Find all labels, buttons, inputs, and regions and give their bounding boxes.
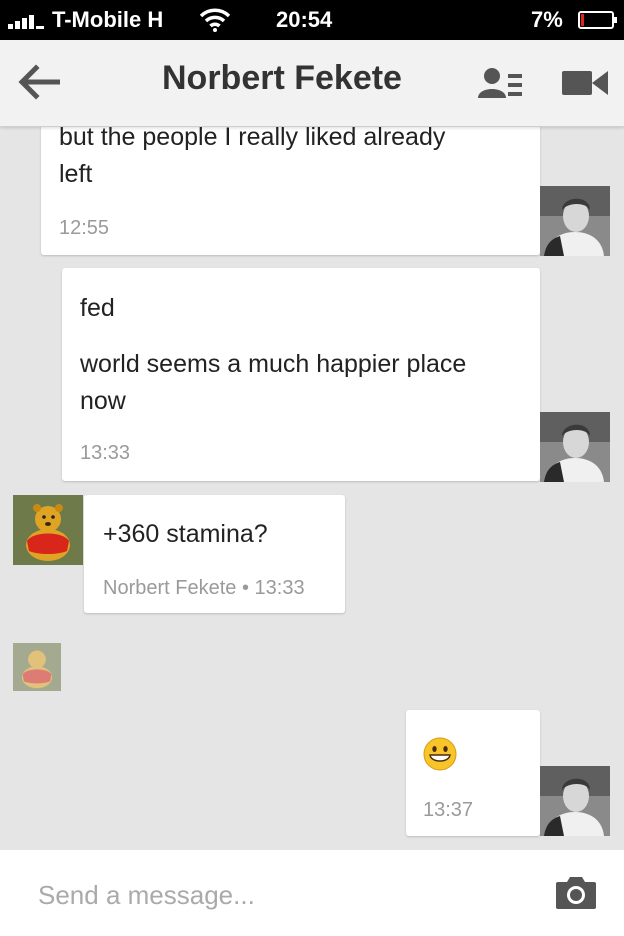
- user-photo-icon: [540, 412, 610, 482]
- message-text: world seems a much happier place: [80, 350, 467, 378]
- signal-strength-icon: [8, 15, 44, 29]
- message-sender: Norbert Fekete: [103, 577, 237, 599]
- status-bar: T-Mobile H 20:54 7%: [0, 0, 624, 40]
- people-list-icon[interactable]: [478, 66, 522, 100]
- contact-name: Norbert Fekete: [162, 59, 402, 97]
- message-input[interactable]: [36, 872, 520, 918]
- separator-dot: •: [241, 577, 249, 599]
- avatar[interactable]: [540, 412, 610, 482]
- battery-icon: [578, 11, 617, 29]
- message-timestamp: 13:33: [254, 577, 305, 599]
- message-bubble[interactable]: 13:37: [406, 710, 540, 836]
- message-timestamp: 13:33: [80, 442, 131, 464]
- message-meta: Norbert Fekete • 13:33: [103, 570, 305, 607]
- carrier-name: T-Mobile H: [52, 7, 164, 32]
- message-text: now: [80, 387, 126, 415]
- user-photo-icon: [540, 186, 610, 256]
- message-timestamp: 13:37: [423, 799, 474, 821]
- battery-percent: 7%: [531, 7, 563, 32]
- avatar[interactable]: [540, 766, 610, 836]
- video-camera-icon[interactable]: [562, 68, 608, 98]
- message-timestamp: 12:55: [59, 217, 110, 239]
- message-bubble[interactable]: +360 stamina? Norbert Fekete • 13:33: [84, 495, 345, 613]
- arrow-left-icon[interactable]: [18, 64, 60, 100]
- user-photo-icon: [540, 766, 610, 836]
- message-text: left: [59, 160, 93, 188]
- message-bubble[interactable]: fed world seems a much happier place now…: [62, 268, 540, 481]
- avatar[interactable]: [540, 186, 610, 256]
- camera-icon[interactable]: [555, 876, 597, 910]
- message-composer: [0, 850, 624, 936]
- message-text: fed: [80, 294, 115, 322]
- avatar[interactable]: [13, 495, 83, 565]
- clock: 20:54: [276, 7, 333, 32]
- grinning-face-icon: [423, 737, 457, 771]
- message-text: +360 stamina?: [103, 520, 268, 548]
- read-receipt-avatar: [13, 643, 61, 691]
- bear-avatar-icon: [13, 643, 61, 691]
- conversation-header: Norbert Fekete: [0, 40, 624, 127]
- bear-avatar-icon: [13, 495, 83, 565]
- wifi-icon: [199, 8, 231, 32]
